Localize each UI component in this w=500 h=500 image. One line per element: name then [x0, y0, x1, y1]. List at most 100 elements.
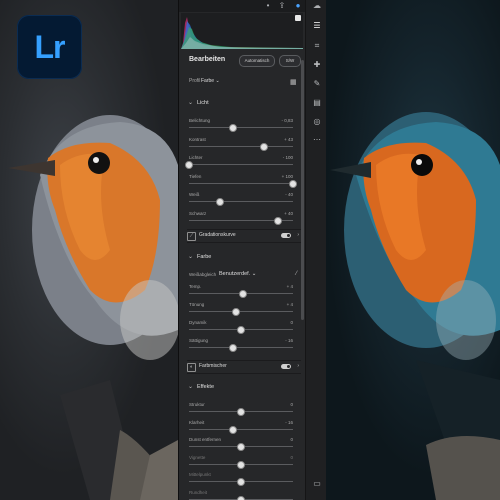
bw-button[interactable]: S/W — [279, 55, 301, 67]
slider-label: Lichter — [189, 155, 203, 160]
chevron-right-icon[interactable]: › — [297, 232, 299, 238]
slider-label: Schwarz — [189, 210, 207, 216]
slider-value[interactable]: + 43 — [284, 137, 293, 142]
slider-dunst-entfernen[interactable]: Dunst entfernen 0 — [189, 437, 301, 451]
tone-curve-row[interactable]: ⟋ Gradationskurve › — [187, 229, 301, 243]
slider-mittelpunkt[interactable]: Mittelpunkt — [189, 472, 301, 486]
comment-icon[interactable]: ▭ — [311, 478, 323, 490]
panel-topbar: • ⇪ ● — [179, 0, 305, 12]
slider-tönung[interactable]: Tönung + 4 — [189, 302, 301, 316]
photo-before: Lr — [0, 0, 178, 500]
slider-label: Rundheit — [189, 489, 208, 495]
slider-value[interactable]: - 16 — [285, 420, 293, 425]
section-licht-title: Licht — [197, 100, 209, 106]
white-balance-row[interactable]: Weißabgleich Benutzerdef. ⌄ ⁄ — [189, 271, 301, 282]
slider-handle[interactable] — [274, 216, 283, 225]
slider-klarheit[interactable]: Klarheit - 16 — [189, 420, 301, 434]
slider-value[interactable]: + 100 — [282, 174, 293, 179]
slider-handle[interactable] — [289, 179, 297, 188]
brush-icon[interactable]: ✎ — [311, 78, 323, 90]
chevron-down-icon: ⌄ — [188, 254, 194, 260]
sliders-icon[interactable]: ☰ — [311, 20, 323, 32]
slider-track[interactable] — [189, 145, 293, 147]
slider-schwarz[interactable]: Schwarz + 40 — [189, 211, 301, 225]
slider-belichtung[interactable]: Belichtung - 0,83 — [189, 118, 301, 132]
slider-vignette[interactable]: Vignette 0 — [189, 455, 301, 469]
eyedropper-icon[interactable]: ⁄ — [296, 271, 297, 277]
slider-weiß[interactable]: Weiß - 40 — [189, 192, 301, 206]
slider-tiefen[interactable]: Tiefen + 100 — [189, 174, 301, 188]
slider-handle[interactable] — [237, 408, 245, 416]
section-farbe[interactable]: ⌄ Farbe — [188, 254, 300, 264]
slider-rundheit[interactable]: Rundheit — [189, 490, 301, 500]
color-mixer-toggle[interactable] — [281, 364, 291, 369]
section-licht[interactable]: ⌄ Licht — [188, 100, 300, 110]
slider-value[interactable]: + 4 — [287, 284, 293, 289]
slider-track[interactable] — [189, 164, 293, 165]
slider-value[interactable]: - 16 — [285, 338, 293, 343]
slider-track[interactable] — [189, 127, 293, 128]
slider-sättigung[interactable]: Sättigung - 16 — [189, 338, 301, 352]
histogram-close-icon[interactable] — [295, 15, 301, 21]
chevron-right-icon[interactable]: › — [297, 363, 299, 369]
slider-temp-[interactable]: Temp. + 4 — [189, 284, 301, 298]
profile-row[interactable]: Profil Farbe ⌄ ▦ — [189, 78, 301, 88]
slider-handle[interactable] — [231, 308, 240, 316]
tone-curve-toggle[interactable] — [281, 233, 291, 238]
slider-track[interactable] — [189, 347, 293, 348]
slider-handle[interactable] — [239, 290, 248, 298]
slider-value[interactable]: 0 — [290, 437, 293, 442]
slider-label: Temp. — [189, 284, 202, 289]
tool-strip: ☁ ☰ ⌗ ✚ ✎ ▤ ◎ ⋯ ▭ — [305, 0, 328, 500]
edit-column: • ⇪ ● Bearbeiten Automatisch S/W Profil … — [179, 0, 305, 500]
slider-track[interactable] — [189, 311, 293, 312]
slider-handle[interactable] — [259, 142, 268, 151]
slider-value[interactable]: 0 — [290, 402, 293, 407]
slider-handle[interactable] — [228, 124, 237, 132]
profile-browser-icon[interactable]: ▦ — [290, 79, 297, 86]
slider-handle[interactable] — [237, 326, 245, 334]
slider-struktur[interactable]: Struktur 0 — [189, 402, 301, 416]
slider-handle[interactable] — [237, 460, 245, 469]
cloud-icon[interactable]: ☁ — [312, 1, 322, 11]
slider-value[interactable]: - 100 — [283, 155, 293, 160]
slider-label: Mittelpunkt — [189, 472, 211, 477]
color-mixer-row[interactable]: ◐ Farbmischer › — [187, 360, 301, 374]
crop-icon[interactable]: ⌗ — [311, 40, 323, 52]
robin-after-illustration — [330, 112, 500, 500]
radial-icon[interactable]: ◎ — [311, 116, 323, 128]
slider-track[interactable] — [189, 428, 293, 430]
slider-handle[interactable] — [185, 161, 193, 169]
slider-handle[interactable] — [237, 478, 245, 486]
profile-icon[interactable]: ● — [293, 1, 303, 11]
slider-value[interactable]: - 0,83 — [281, 118, 293, 123]
slider-track[interactable] — [189, 201, 293, 202]
slider-value[interactable]: + 4 — [287, 302, 293, 307]
slider-dynamik[interactable]: Dynamik 0 — [189, 320, 301, 334]
lightroom-logo-text: Lr — [34, 28, 66, 65]
slider-label: Kontrast — [189, 136, 206, 142]
slider-value[interactable]: 0 — [290, 320, 293, 325]
slider-value[interactable]: 0 — [290, 455, 293, 460]
share-icon[interactable]: ⇪ — [277, 1, 287, 11]
slider-handle[interactable] — [228, 425, 237, 434]
profile-value[interactable]: Farbe ⌄ — [201, 78, 220, 84]
slider-lichter[interactable]: Lichter - 100 — [185, 155, 301, 169]
slider-handle[interactable] — [216, 198, 225, 206]
auto-button[interactable]: Automatisch — [239, 55, 275, 67]
panel-scrollbar[interactable] — [301, 60, 304, 320]
slider-value[interactable]: + 40 — [284, 211, 293, 216]
healing-icon[interactable]: ✚ — [311, 59, 323, 71]
gradient-icon[interactable]: ▤ — [311, 97, 323, 109]
slider-handle[interactable] — [237, 495, 245, 500]
section-effekte[interactable]: ⌄ Effekte — [188, 384, 300, 394]
slider-kontrast[interactable]: Kontrast + 43 — [189, 137, 301, 151]
edit-header: Bearbeiten Automatisch S/W — [187, 55, 303, 68]
more-icon[interactable]: ⋯ — [311, 134, 323, 146]
slider-value[interactable]: - 40 — [285, 192, 293, 197]
white-balance-value[interactable]: Benutzerdef. ⌄ — [219, 271, 256, 277]
slider-handle[interactable] — [237, 443, 245, 451]
help-icon[interactable]: • — [263, 1, 273, 11]
slider-handle[interactable] — [228, 344, 237, 352]
slider-track[interactable] — [189, 182, 293, 184]
